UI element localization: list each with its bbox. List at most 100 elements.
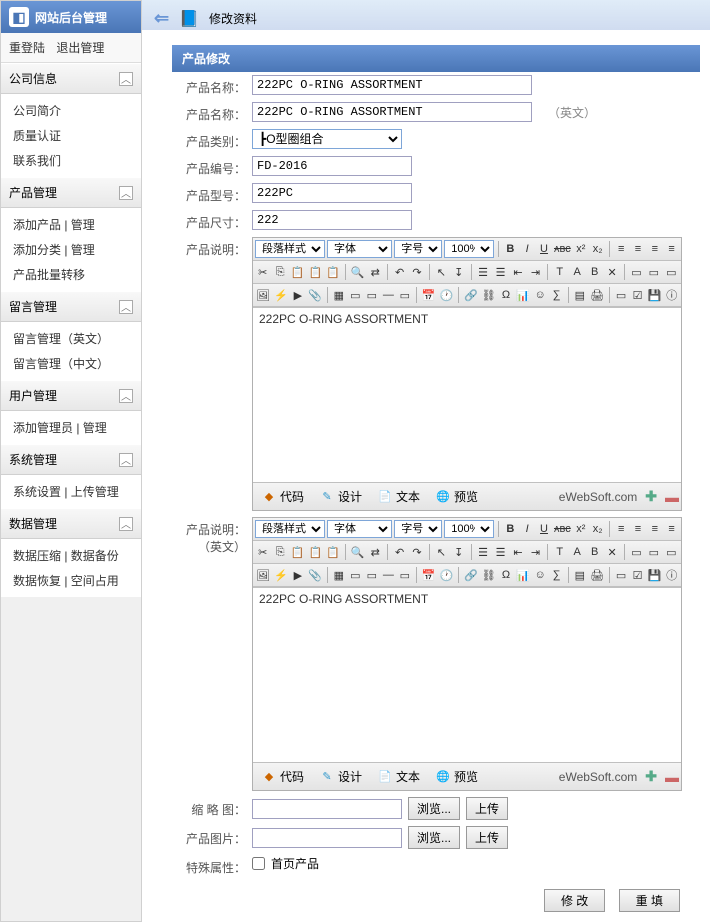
menu-item[interactable]: 留言管理（中文） [1,351,141,376]
menu-item[interactable]: 添加分类 | 管理 [1,237,141,262]
select-zoom[interactable]: 100% [444,240,494,258]
italic-icon[interactable]: I [520,520,535,538]
tab-design[interactable]: ✎设计 [313,765,369,788]
undo-icon[interactable]: ↶ [392,543,407,561]
input-images[interactable] [252,828,402,848]
eq-icon[interactable]: ∑ [549,286,563,304]
tab-text[interactable]: 📄文本 [371,485,427,508]
about-icon[interactable]: ⓘ [665,286,679,304]
align-right-icon[interactable]: ≡ [647,520,662,538]
print-icon[interactable]: 🖨 [589,566,605,584]
copy-icon[interactable]: ⎘ [272,543,287,561]
sup-icon[interactable]: x² [573,520,588,538]
browse-images-button[interactable]: 浏览... [408,826,460,849]
link-icon[interactable]: 🔗 [463,566,479,584]
upload-thumb-button[interactable]: 上传 [466,797,508,820]
symbol-icon[interactable]: Ω [499,286,513,304]
date-icon[interactable]: 📅 [421,566,437,584]
underline-icon[interactable]: U [537,520,552,538]
select-para[interactable]: 段落样式 [255,240,325,258]
menu-group-head[interactable]: 留言管理︿ [1,291,141,322]
outdent-icon[interactable]: ⇥ [528,263,543,281]
reset-button[interactable]: 重 填 [619,889,680,912]
insert-obj-icon[interactable]: ▭ [629,543,644,561]
cut-icon[interactable]: ✂ [255,263,270,281]
menu-item[interactable]: 数据恢复 | 空间占用 [1,568,141,593]
unlink-icon[interactable]: ⛓ [481,286,497,304]
save-icon[interactable]: 💾 [647,566,663,584]
chevron-up-icon[interactable]: ︿ [119,517,133,531]
input-model[interactable] [252,183,412,203]
replace-icon[interactable]: ⇄ [368,543,383,561]
select-para-2[interactable]: 段落样式 [255,520,325,538]
insert-obj3-icon[interactable]: ▭ [664,263,679,281]
menu-group-head[interactable]: 公司信息︿ [1,63,141,94]
find-icon[interactable]: 🔍 [350,263,366,281]
align-left-icon[interactable]: ≡ [614,520,629,538]
select-category[interactable]: ┣O型圈组合 [252,129,402,149]
pointer-icon[interactable]: ↖ [434,263,449,281]
backcolor-icon[interactable]: A [569,543,584,561]
insert-obj2-icon[interactable]: ▭ [646,263,661,281]
paste-text-icon[interactable]: 📋 [308,543,324,561]
about-icon[interactable]: ⓘ [665,566,679,584]
menu-item[interactable]: 系统设置 | 上传管理 [1,479,141,504]
list-num-icon[interactable]: ☰ [475,543,490,561]
table-icon[interactable]: ▦ [332,286,346,304]
input-name-en[interactable] [252,102,532,122]
list-bullet-icon[interactable]: ☰ [493,263,508,281]
replace-icon[interactable]: ⇄ [368,263,383,281]
list-num-icon[interactable]: ☰ [475,263,490,281]
outdent-icon[interactable]: ⇥ [528,543,543,561]
editor-body-en[interactable]: 222PC O-RING ASSORTMENT [253,587,681,762]
forecolor-icon[interactable]: T [552,543,567,561]
align-justify-icon[interactable]: ≡ [664,520,679,538]
marquee-icon[interactable]: ▭ [398,566,412,584]
tab-code[interactable]: ◆代码 [255,485,311,508]
indent-icon[interactable]: ⇤ [510,263,525,281]
align-center-icon[interactable]: ≡ [631,240,646,258]
print-icon[interactable]: 🖨 [589,286,605,304]
align-center-icon[interactable]: ≡ [631,520,646,538]
save-icon[interactable]: 💾 [647,286,663,304]
bold-icon[interactable]: B [503,240,518,258]
symbol-icon[interactable]: Ω [499,566,513,584]
select-font-2[interactable]: 字体 [327,520,392,538]
input-name[interactable] [252,75,532,95]
find-icon[interactable]: 🔍 [350,543,366,561]
backcolor-icon[interactable]: A [569,263,584,281]
redo-icon[interactable]: ↷ [409,263,424,281]
form-icon[interactable]: ▭ [614,286,628,304]
hr-icon[interactable]: — [381,566,395,584]
iframe-icon[interactable]: ▭ [365,566,379,584]
zoom-in-icon[interactable]: ✚ [645,768,657,785]
tab-preview[interactable]: 🌐预览 [429,485,485,508]
pointer-icon[interactable]: ↖ [434,543,449,561]
select-size-2[interactable]: 字号 [394,520,442,538]
paste-word-icon[interactable]: 📋 [325,263,341,281]
indent-icon[interactable]: ⇤ [510,543,525,561]
media-icon[interactable]: ▶ [291,566,305,584]
iframe-icon[interactable]: ▭ [365,286,379,304]
chevron-up-icon[interactable]: ︿ [119,453,133,467]
flash-icon[interactable]: ⚡ [273,566,289,584]
excel-icon[interactable]: 📊 [515,286,531,304]
back-arrow-icon[interactable]: ⇐ [154,8,169,29]
align-left-icon[interactable]: ≡ [614,240,629,258]
menu-item[interactable]: 数据压缩 | 数据备份 [1,543,141,568]
menu-group-head[interactable]: 产品管理︿ [1,177,141,208]
eq-icon[interactable]: ∑ [549,566,563,584]
strike-icon[interactable]: ᴀʙᴄ [553,520,571,538]
chevron-up-icon[interactable]: ︿ [119,300,133,314]
menu-item[interactable]: 产品批量转移 [1,262,141,287]
forecolor-icon[interactable]: T [552,263,567,281]
table-icon[interactable]: ▦ [332,566,346,584]
hilite-icon[interactable]: B [587,543,602,561]
image-icon[interactable]: 🖼 [255,566,271,584]
hr-icon[interactable]: — [381,286,395,304]
align-right-icon[interactable]: ≡ [647,240,662,258]
excel-icon[interactable]: 📊 [515,566,531,584]
checkbox-homepage[interactable] [252,857,265,870]
menu-item[interactable]: 质量认证 [1,123,141,148]
paste-word-icon[interactable]: 📋 [325,543,341,561]
